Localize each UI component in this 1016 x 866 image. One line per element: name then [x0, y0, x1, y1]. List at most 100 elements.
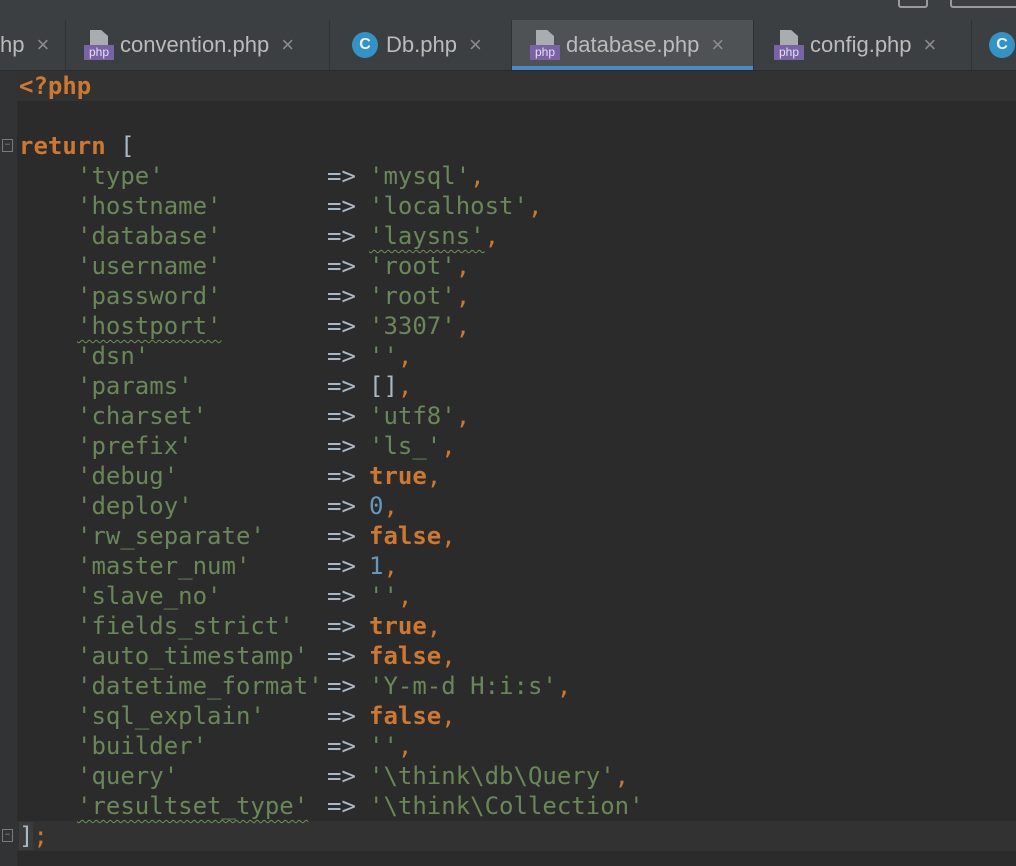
config-value: '': [369, 582, 398, 610]
tab-label: convention.php: [120, 32, 270, 57]
config-value-group: 1,: [369, 551, 398, 581]
config-value: 'Y-m-d H:i:s': [369, 672, 557, 700]
config-key: 'resultset_type': [77, 792, 309, 820]
php-open-tag: <?php: [19, 72, 92, 100]
code-line-open-tag: <?php: [19, 71, 91, 101]
caret-line-highlight: [17, 821, 1016, 851]
tab-label: Db.php: [386, 32, 457, 57]
code-line-entry: 'builder' => '',: [19, 731, 1016, 761]
config-value-group: 'root',: [369, 251, 470, 281]
config-value-group: true,: [369, 461, 441, 491]
arrow-operator: =>: [327, 702, 356, 730]
code-line-entry: 'auto_timestamp' => false,: [19, 641, 1016, 671]
code-editor[interactable]: − − <?php return ['type' =>'mysql','hostna…: [0, 71, 1016, 866]
config-value-group: 'utf8',: [369, 401, 470, 431]
code-line-return: return [: [19, 131, 135, 161]
config-key: 'params': [77, 372, 193, 400]
tab-truncated[interactable]: hp ×: [0, 20, 66, 70]
close-icon[interactable]: ×: [281, 32, 294, 58]
editor-gutter: − −: [0, 71, 17, 866]
comma: ,: [383, 552, 398, 580]
config-key: 'builder': [77, 732, 208, 760]
arrow-operator: =>: [327, 582, 356, 610]
arrow-operator: =>: [327, 222, 356, 250]
config-key: 'sql_explain': [77, 702, 265, 730]
arrow-operator: =>: [327, 612, 356, 640]
comma: ,: [484, 222, 500, 250]
arrow-operator: =>: [327, 372, 356, 400]
code-line-close: ];: [19, 821, 48, 851]
config-key: 'debug': [77, 462, 179, 490]
tab-truncated-class[interactable]: C: [972, 20, 1016, 70]
arrow-operator: =>: [327, 792, 356, 820]
code-line-entry: 'datetime_format' => 'Y-m-d H:i:s',: [19, 671, 1016, 701]
tab-convention-php[interactable]: php convention.php ×: [66, 20, 330, 70]
arrow-operator: =>: [327, 312, 356, 340]
comma: ,: [441, 432, 456, 460]
arrow-operator: =>: [327, 492, 356, 520]
comma: ,: [441, 702, 456, 730]
config-value: 'root': [369, 252, 456, 280]
php-file-icon: php: [774, 30, 804, 60]
arrow-operator: =>: [327, 642, 356, 670]
tab-database-php[interactable]: php database.php ×: [512, 20, 754, 70]
comma: ,: [455, 252, 471, 280]
config-value-group: '3307',: [369, 311, 470, 341]
config-value-group: '\think\db\Query',: [369, 761, 629, 791]
window-button-icon[interactable]: [950, 0, 1016, 8]
comma: ,: [470, 162, 485, 190]
close-icon[interactable]: ×: [469, 32, 482, 58]
close-icon[interactable]: ×: [711, 32, 724, 58]
config-key: 'deploy': [77, 492, 193, 520]
config-key: 'charset': [77, 402, 208, 430]
config-value: false: [369, 702, 442, 730]
tab-db-php[interactable]: C Db.php ×: [330, 20, 512, 70]
config-value-group: '',: [369, 581, 412, 611]
arrow-operator: =>: [327, 402, 356, 430]
code-line-entry: 'password' => 'root',: [19, 281, 1016, 311]
config-value-group: '\think\Collection': [369, 791, 644, 821]
tab-config-php[interactable]: php config.php ×: [754, 20, 972, 70]
config-value-group: false,: [369, 521, 456, 551]
fold-open-icon[interactable]: −: [2, 139, 13, 152]
current-line-highlight: [17, 71, 1016, 101]
config-key: 'database': [77, 222, 222, 250]
comma: ,: [614, 762, 630, 790]
code-line-entry: 'params' => [],: [19, 371, 1016, 401]
code-line-entry: 'dsn' => '',: [19, 341, 1016, 371]
config-value-group: false,: [369, 701, 456, 731]
tab-label: hp: [0, 32, 25, 57]
config-key: 'hostname': [77, 192, 222, 220]
config-key: 'slave_no': [77, 582, 222, 610]
close-icon[interactable]: ×: [924, 32, 937, 58]
code-line-entry: 'sql_explain' => false,: [19, 701, 1016, 731]
comma: ,: [441, 642, 456, 670]
config-value: 'utf8': [369, 402, 456, 430]
config-value: '': [369, 732, 398, 760]
config-value: 'localhost': [369, 192, 528, 220]
config-key: 'hostport': [77, 312, 222, 340]
code-line-entry: 'hostname' => 'localhost',: [19, 191, 1016, 221]
php-file-icon: php: [530, 30, 560, 60]
arrow-operator: =>: [327, 282, 356, 310]
window-top-strip: [0, 0, 1016, 20]
comma: ,: [455, 312, 471, 340]
config-value: '\think\db\Query': [369, 762, 615, 790]
config-value-group: 0,: [369, 491, 398, 521]
config-key: 'dsn': [77, 342, 150, 370]
config-key: 'auto_timestamp': [77, 642, 309, 670]
config-value: 'root': [369, 282, 456, 310]
tab-label: config.php: [810, 32, 912, 57]
window-button-icon[interactable]: [898, 0, 928, 8]
config-value-group: 'laysns',: [369, 221, 499, 251]
code-line-entry: 'master_num' => 1,: [19, 551, 1016, 581]
close-icon[interactable]: ×: [36, 32, 49, 58]
config-value: true: [369, 462, 427, 490]
code-line-entry: 'username' => 'root',: [19, 251, 1016, 281]
code-line-entry: 'slave_no' => '',: [19, 581, 1016, 611]
comma: ,: [426, 612, 442, 640]
fold-close-icon[interactable]: −: [2, 829, 13, 842]
code-line-entry: 'fields_strict' => true,: [19, 611, 1016, 641]
close-bracket: ]: [19, 822, 34, 850]
arrow-operator: =>: [327, 432, 356, 460]
